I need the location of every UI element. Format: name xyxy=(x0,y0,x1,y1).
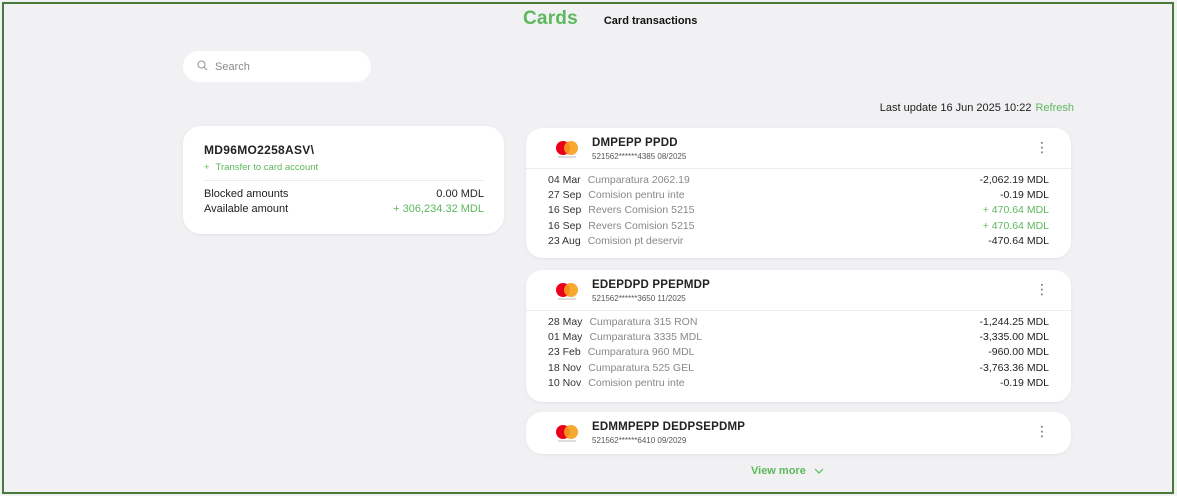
mastercard-logo xyxy=(556,141,578,158)
transaction-row[interactable]: 23 Aug Comision pt deservir -470.64 MDL xyxy=(548,233,1049,248)
transaction-date: 16 Sep xyxy=(548,219,582,232)
transaction-date: 23 Feb xyxy=(548,346,581,359)
transaction-description: Comision pentru inte xyxy=(588,376,685,389)
transaction-description: Comision pentru inte xyxy=(588,188,685,201)
blocked-value: 0.00 MDL xyxy=(436,188,484,200)
blocked-amount-row: Blocked amounts 0.00 MDL xyxy=(204,188,484,200)
transaction-row[interactable]: 27 Sep Comision pentru inte -0.19 MDL xyxy=(548,187,1049,202)
transaction-date: 16 Sep xyxy=(548,204,582,217)
transaction-description: Revers Comision 5215 xyxy=(588,204,695,217)
transaction-description: Cumparatura 525 GEL xyxy=(588,361,694,374)
transaction-row[interactable]: 04 Mar Cumparatura 2062.19 -2,062.19 MDL xyxy=(548,172,1049,187)
transaction-description: Cumparatura 315 RON xyxy=(589,315,698,328)
transaction-date: 04 Mar xyxy=(548,173,581,186)
kebab-menu-icon[interactable]: ⋮ xyxy=(1035,140,1049,154)
available-amount-row: Available amount + 306,234.32 MDL xyxy=(204,203,484,215)
last-update: Last update 16 Jun 2025 10:22 Refresh xyxy=(880,102,1074,114)
transaction-row[interactable]: 18 Nov Cumparatura 525 GEL -3,763.36 MDL xyxy=(548,360,1049,375)
transaction-date: 01 May xyxy=(548,330,583,343)
view-more-label: View more xyxy=(751,465,806,477)
card-panel[interactable]: EDEPDPD PPEPMDP 521562******3650 11/2025… xyxy=(526,270,1071,402)
kebab-menu-icon[interactable]: ⋮ xyxy=(1035,282,1049,296)
transaction-row[interactable]: 28 May Cumparatura 315 RON -1,244.25 MDL xyxy=(548,314,1049,329)
transaction-description: Cumparatura 3335 MDL xyxy=(589,330,703,343)
transaction-amount: + 470.64 MDL xyxy=(982,204,1049,217)
card-panel[interactable]: EDMMPEPP DEDPSEPDMP 521562******6410 09/… xyxy=(526,412,1071,454)
search-box[interactable] xyxy=(183,51,371,82)
tab-cards[interactable]: Cards xyxy=(523,8,578,30)
transaction-amount: -960.00 MDL xyxy=(988,346,1049,359)
transaction-list: 04 Mar Cumparatura 2062.19 -2,062.19 MDL 27… xyxy=(526,168,1071,248)
transaction-row[interactable]: 16 Sep Revers Comision 5215 + 470.64 MDL xyxy=(548,203,1049,218)
card-header[interactable]: EDEPDPD PPEPMDP 521562******3650 11/2025… xyxy=(526,270,1071,310)
transaction-description: Cumparatura 960 MDL xyxy=(587,346,695,359)
mastercard-logo xyxy=(556,425,578,442)
transaction-date: 23 Aug xyxy=(548,234,581,247)
transaction-list: 28 May Cumparatura 315 RON -1,244.25 MDL 01… xyxy=(526,310,1071,390)
tab-bar: Cards Card transactions xyxy=(523,8,697,30)
card-header[interactable]: EDMMPEPP DEDPSEPDMP 521562******6410 09/… xyxy=(526,412,1071,452)
card-header[interactable]: DMPEPP PPDD 521562******4385 08/2025 ⋮ xyxy=(526,128,1071,168)
search-input[interactable] xyxy=(215,60,355,73)
transaction-row[interactable]: 10 Nov Comision pentru inte -0.19 MDL xyxy=(548,375,1049,390)
transaction-date: 28 May xyxy=(548,315,583,328)
transaction-amount: -3,335.00 MDL xyxy=(979,330,1049,343)
card-number-expiry: 521562******4385 08/2025 xyxy=(592,152,687,161)
blocked-label: Blocked amounts xyxy=(204,188,289,200)
available-label: Available amount xyxy=(204,203,289,215)
transaction-row[interactable]: 01 May Cumparatura 3335 MDL -3,335.00 MDL xyxy=(548,329,1049,344)
transaction-amount: -1,244.25 MDL xyxy=(979,315,1049,328)
transaction-description: Comision pt deservir xyxy=(587,234,684,247)
card-number-expiry: 521562******3650 11/2025 xyxy=(592,294,686,303)
chevron-down-icon xyxy=(814,465,824,477)
mastercard-logo xyxy=(556,283,578,300)
transaction-description: Revers Comision 5215 xyxy=(588,219,695,232)
kebab-menu-icon[interactable]: ⋮ xyxy=(1035,424,1049,438)
transaction-amount: -0.19 MDL xyxy=(999,376,1049,389)
account-id: MD96MO2258ASV\ xyxy=(204,143,315,157)
transfer-label: Transfer to card account xyxy=(215,162,319,173)
transaction-description: Cumparatura 2062.19 xyxy=(587,173,690,186)
transaction-amount: + 470.64 MDL xyxy=(982,219,1049,232)
divider xyxy=(204,180,484,181)
tab-card-transactions[interactable]: Card transactions xyxy=(604,15,698,27)
account-card[interactable]: MD96MO2258ASV\ + Transfer to card accoun… xyxy=(183,126,504,234)
plus-icon: + xyxy=(204,162,210,173)
available-value: + 306,234.32 MDL xyxy=(393,203,484,215)
transaction-amount: -470.64 MDL xyxy=(988,234,1049,247)
transaction-amount: -2,062.19 MDL xyxy=(979,173,1049,186)
transaction-date: 18 Nov xyxy=(548,361,582,374)
transaction-date: 10 Nov xyxy=(548,376,582,389)
last-update-text: Last update 16 Jun 2025 10:22 xyxy=(879,102,1032,114)
transaction-amount: -3,763.36 MDL xyxy=(979,361,1049,374)
card-number-expiry: 521562******6410 09/2029 xyxy=(592,436,687,445)
view-more-button[interactable]: View more xyxy=(751,465,824,477)
transfer-to-card-link[interactable]: + Transfer to card account xyxy=(204,162,484,173)
card-holder-name: EDMMPEPP DEDPSEPDMP xyxy=(592,421,746,433)
transaction-row[interactable]: 16 Sep Revers Comision 5215 + 470.64 MDL xyxy=(548,218,1049,233)
card-panel[interactable]: DMPEPP PPDD 521562******4385 08/2025 ⋮ 0… xyxy=(526,128,1071,258)
card-holder-name: DMPEPP PPDD xyxy=(592,137,678,149)
search-icon xyxy=(197,58,208,76)
card-holder-name: EDEPDPD PPEPMDP xyxy=(592,279,711,291)
transaction-amount: -0.19 MDL xyxy=(999,188,1049,201)
transaction-row[interactable]: 23 Feb Cumparatura 960 MDL -960.00 MDL xyxy=(548,345,1049,360)
transaction-date: 27 Sep xyxy=(548,188,582,201)
refresh-link[interactable]: Refresh xyxy=(1035,102,1074,114)
